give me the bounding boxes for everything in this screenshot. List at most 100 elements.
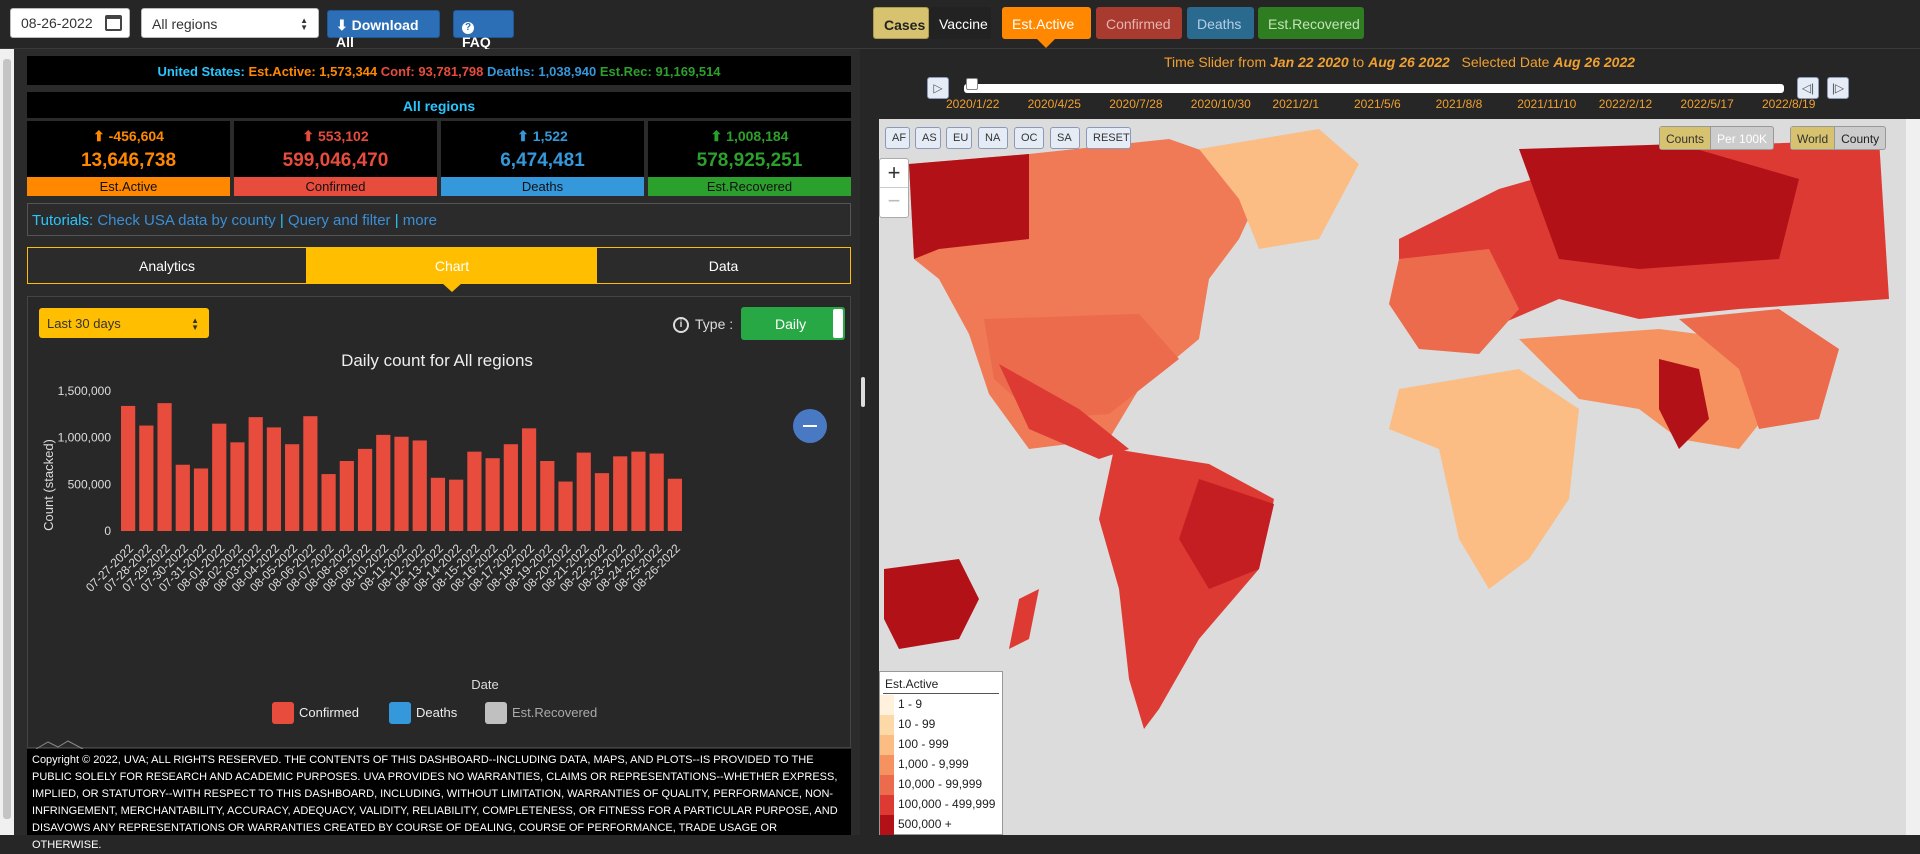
region-button-oc[interactable]: OC xyxy=(1014,127,1044,149)
metric-tab-deaths[interactable]: Deaths xyxy=(1187,7,1254,39)
bar-confirmed[interactable] xyxy=(248,417,263,531)
tutorial-link-more[interactable]: more xyxy=(403,212,437,229)
region-button-na[interactable]: NA xyxy=(978,127,1008,149)
bar-confirmed[interactable] xyxy=(376,434,391,531)
bar-confirmed[interactable] xyxy=(193,468,209,531)
card-deaths[interactable]: ⬆ 1,522 6,474,481 Deaths xyxy=(441,121,644,196)
bar-confirmed[interactable] xyxy=(357,448,373,531)
metric-tab-est-recovered[interactable]: Est.Recovered xyxy=(1258,7,1364,39)
zoom-out-button[interactable]: − xyxy=(880,188,908,217)
tab-data[interactable]: Data xyxy=(597,248,850,283)
info-icon[interactable]: i xyxy=(673,317,689,334)
tutorial-link-query-filter[interactable]: Query and filter xyxy=(288,212,391,229)
legend-label-confirmed[interactable]: Confirmed xyxy=(299,705,359,720)
bar-confirmed[interactable] xyxy=(449,479,464,531)
time-slider-to: Aug 26 2022 xyxy=(1368,54,1450,70)
time-slider-handle[interactable] xyxy=(966,78,978,90)
us-summary-line: United States: Est.Active: 1,573,344 Con… xyxy=(27,56,851,85)
bar-confirmed[interactable] xyxy=(157,403,172,531)
bar-confirmed[interactable] xyxy=(594,473,610,531)
card-total: 599,046,470 xyxy=(282,150,389,171)
time-slider-tick-label: 2022/8/19 xyxy=(1762,97,1816,111)
card-est-recovered[interactable]: ⬆ 1,008,184 578,925,251 Est.Recovered xyxy=(648,121,851,196)
world-map[interactable] xyxy=(879,119,1906,835)
legend-swatch-confirmed[interactable] xyxy=(272,702,294,724)
calendar-icon[interactable] xyxy=(105,15,122,31)
bar-confirmed[interactable] xyxy=(394,436,409,531)
bar-confirmed[interactable] xyxy=(467,451,482,531)
toggle-world[interactable]: World xyxy=(1791,127,1836,149)
legend-swatch-est-recovered[interactable] xyxy=(485,702,507,724)
legend-label-deaths[interactable]: Deaths xyxy=(416,705,458,720)
bar-confirmed[interactable] xyxy=(230,442,245,531)
region-button-reset[interactable]: RESET xyxy=(1086,127,1131,149)
bar-confirmed[interactable] xyxy=(558,481,573,531)
bar-confirmed[interactable] xyxy=(285,444,300,531)
counts-toggle[interactable]: Counts Per 100K xyxy=(1659,126,1775,150)
legend-swatch-deaths[interactable] xyxy=(389,702,411,724)
card-total: 13,646,738 xyxy=(80,150,177,171)
bar-confirmed[interactable] xyxy=(412,440,427,531)
bar-confirmed[interactable] xyxy=(649,453,664,531)
bar-confirmed[interactable] xyxy=(576,452,591,531)
bar-confirmed[interactable] xyxy=(121,405,136,531)
bar-confirmed[interactable] xyxy=(339,461,354,531)
toggle-county[interactable]: County xyxy=(1835,127,1885,149)
map-canvas[interactable] xyxy=(879,119,1906,835)
bar-confirmed[interactable] xyxy=(540,461,555,531)
time-slider-title: Time Slider from Jan 22 2020 to Aug 26 2… xyxy=(879,54,1920,70)
tutorial-link-usa-county[interactable]: Check USA data by county xyxy=(97,212,275,229)
card-confirmed[interactable]: ⬆ 553,102 599,046,470 Confirmed xyxy=(234,121,437,196)
world-county-toggle[interactable]: World County xyxy=(1790,126,1887,150)
divider-handle[interactable] xyxy=(861,377,865,407)
bar-confirmed[interactable] xyxy=(521,428,537,531)
type-toggle-daily[interactable]: Daily xyxy=(741,307,845,340)
us-rec-label: Est.Rec: xyxy=(599,64,652,79)
bar-confirmed[interactable] xyxy=(321,474,336,531)
region-button-as[interactable]: AS xyxy=(915,127,941,149)
panel-divider[interactable] xyxy=(860,49,879,835)
bar-confirmed[interactable] xyxy=(303,416,318,531)
toggle-vaccine[interactable]: Vaccine xyxy=(929,7,991,39)
bar-confirmed[interactable] xyxy=(613,456,628,531)
bar-confirmed[interactable] xyxy=(266,427,282,531)
bar-confirmed[interactable] xyxy=(212,423,227,531)
region-button-eu[interactable]: EU xyxy=(946,127,972,149)
step-back-button[interactable]: ◁| xyxy=(1797,77,1819,99)
time-slider-track[interactable] xyxy=(964,84,1784,93)
date-value: 08-26-2022 xyxy=(21,15,93,31)
step-forward-button[interactable]: |▷ xyxy=(1827,77,1849,99)
bar-confirmed[interactable] xyxy=(139,425,154,531)
left-scrollbar[interactable] xyxy=(0,49,14,835)
legend-row: 500,000 + xyxy=(880,815,1002,835)
play-button[interactable]: ▷ xyxy=(927,77,949,99)
toggle-cases[interactable]: Cases xyxy=(873,7,929,39)
metric-tab-est-active[interactable]: Est.Active xyxy=(1002,7,1091,39)
region-select[interactable]: All regions ▲ ▼ xyxy=(141,8,319,38)
tab-analytics[interactable]: Analytics xyxy=(28,248,307,283)
bar-confirmed[interactable] xyxy=(667,478,682,531)
map-scrollbar[interactable] xyxy=(1906,119,1920,835)
bar-confirmed[interactable] xyxy=(631,451,646,531)
bar-confirmed[interactable] xyxy=(503,444,518,531)
left-scrollbar-thumb[interactable] xyxy=(3,59,11,819)
type-value: Daily xyxy=(775,316,807,332)
bar-confirmed[interactable] xyxy=(175,464,190,531)
toggle-counts[interactable]: Counts xyxy=(1660,127,1712,149)
download-all-button[interactable]: ⬇ Download All xyxy=(327,10,440,50)
faq-button[interactable]: ? FAQ xyxy=(453,10,514,50)
date-input[interactable]: 08-26-2022 xyxy=(10,8,130,38)
region-button-sa[interactable]: SA xyxy=(1050,127,1080,149)
tab-chart[interactable]: Chart xyxy=(307,248,597,283)
zoom-in-button[interactable]: + xyxy=(880,159,908,188)
metric-tab-confirmed[interactable]: Confirmed xyxy=(1096,7,1182,39)
toggle-per-100k[interactable]: Per 100K xyxy=(1711,127,1773,149)
bar-confirmed[interactable] xyxy=(485,458,500,531)
legend-label-est-recovered[interactable]: Est.Recovered xyxy=(512,705,597,720)
region-button-af[interactable]: AF xyxy=(885,127,910,149)
card-est-active[interactable]: ⬆ -456,604 13,646,738 Est.Active xyxy=(27,121,230,196)
time-slider-tick-label: 2021/5/6 xyxy=(1354,97,1401,111)
bar-confirmed[interactable] xyxy=(430,477,446,531)
tutorials-label: Tutorials: xyxy=(32,212,94,229)
period-select[interactable]: Last 30 days ▲ ▼ xyxy=(39,308,209,338)
